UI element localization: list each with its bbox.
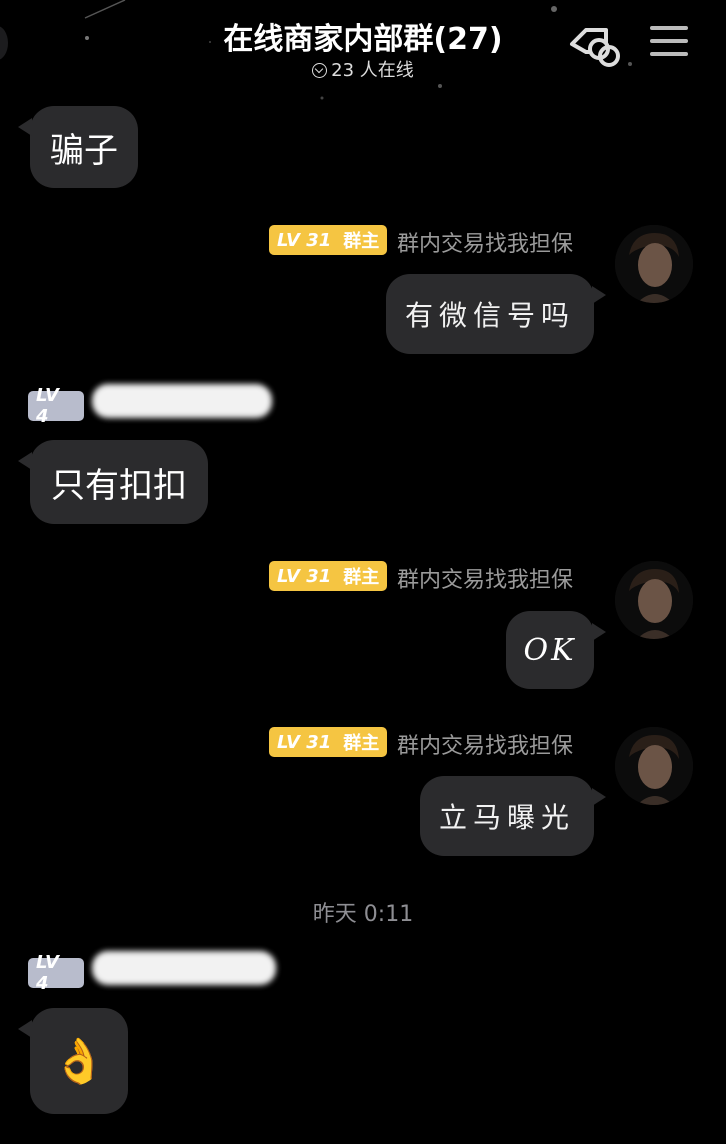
level-label: LV 31 xyxy=(277,731,332,753)
member-level-badge: LV 4 xyxy=(28,385,84,427)
chevron-down-icon xyxy=(312,63,328,78)
message-bubble-left[interactable]: 骗子 xyxy=(18,106,138,188)
chat-header: 在线商家内部群(27) 23 人在线 xyxy=(0,0,726,90)
message-text: OK xyxy=(523,632,577,668)
menu-icon[interactable] xyxy=(650,26,688,60)
role-label: 群主 xyxy=(343,733,380,754)
level-label: LV 31 xyxy=(277,229,332,251)
tag-link-icon[interactable] xyxy=(566,20,624,68)
message-bubble-right[interactable]: 立马曝光 xyxy=(420,776,606,856)
message-bubble-right[interactable]: OK xyxy=(506,611,606,689)
sender-nickname[interactable]: 群内交易找我担保 xyxy=(397,226,573,258)
role-label: 群主 xyxy=(343,231,380,252)
timestamp: 昨天 0:11 xyxy=(312,902,414,927)
user-avatar-icon xyxy=(615,727,693,805)
avatar[interactable] xyxy=(615,727,693,805)
level-label: LV 4 xyxy=(36,952,59,994)
redacted-nickname xyxy=(92,384,272,418)
redacted-nickname xyxy=(92,951,276,985)
user-avatar-icon xyxy=(615,561,693,639)
level-label: LV 4 xyxy=(36,385,59,427)
sender-nickname[interactable]: 群内交易找我担保 xyxy=(397,562,573,594)
owner-level-badge: LV 31 群主 xyxy=(269,225,387,255)
message-text: 有微信号吗 xyxy=(404,299,575,332)
message-text: 骗子 xyxy=(50,130,118,171)
message-bubble-right[interactable]: 有微信号吗 xyxy=(386,274,606,354)
sender-nickname[interactable]: 群内交易找我担保 xyxy=(397,728,573,760)
avatar[interactable] xyxy=(615,225,693,303)
ok-hand-emoji: 👌 xyxy=(51,1036,107,1087)
message-bubble-left[interactable]: 👌 xyxy=(18,1008,128,1114)
message-text: 只有扣扣 xyxy=(51,465,187,506)
owner-level-badge: LV 31 群主 xyxy=(269,727,387,757)
user-avatar-icon xyxy=(615,225,693,303)
message-bubble-left[interactable]: 只有扣扣 xyxy=(18,440,208,524)
member-level-badge: LV 4 xyxy=(28,952,84,994)
online-count-label: 23 人在线 xyxy=(331,60,414,81)
role-label: 群主 xyxy=(343,567,380,588)
owner-level-badge: LV 31 群主 xyxy=(269,561,387,591)
avatar[interactable] xyxy=(615,561,693,639)
message-text: 立马曝光 xyxy=(438,801,575,834)
level-label: LV 31 xyxy=(277,565,332,587)
